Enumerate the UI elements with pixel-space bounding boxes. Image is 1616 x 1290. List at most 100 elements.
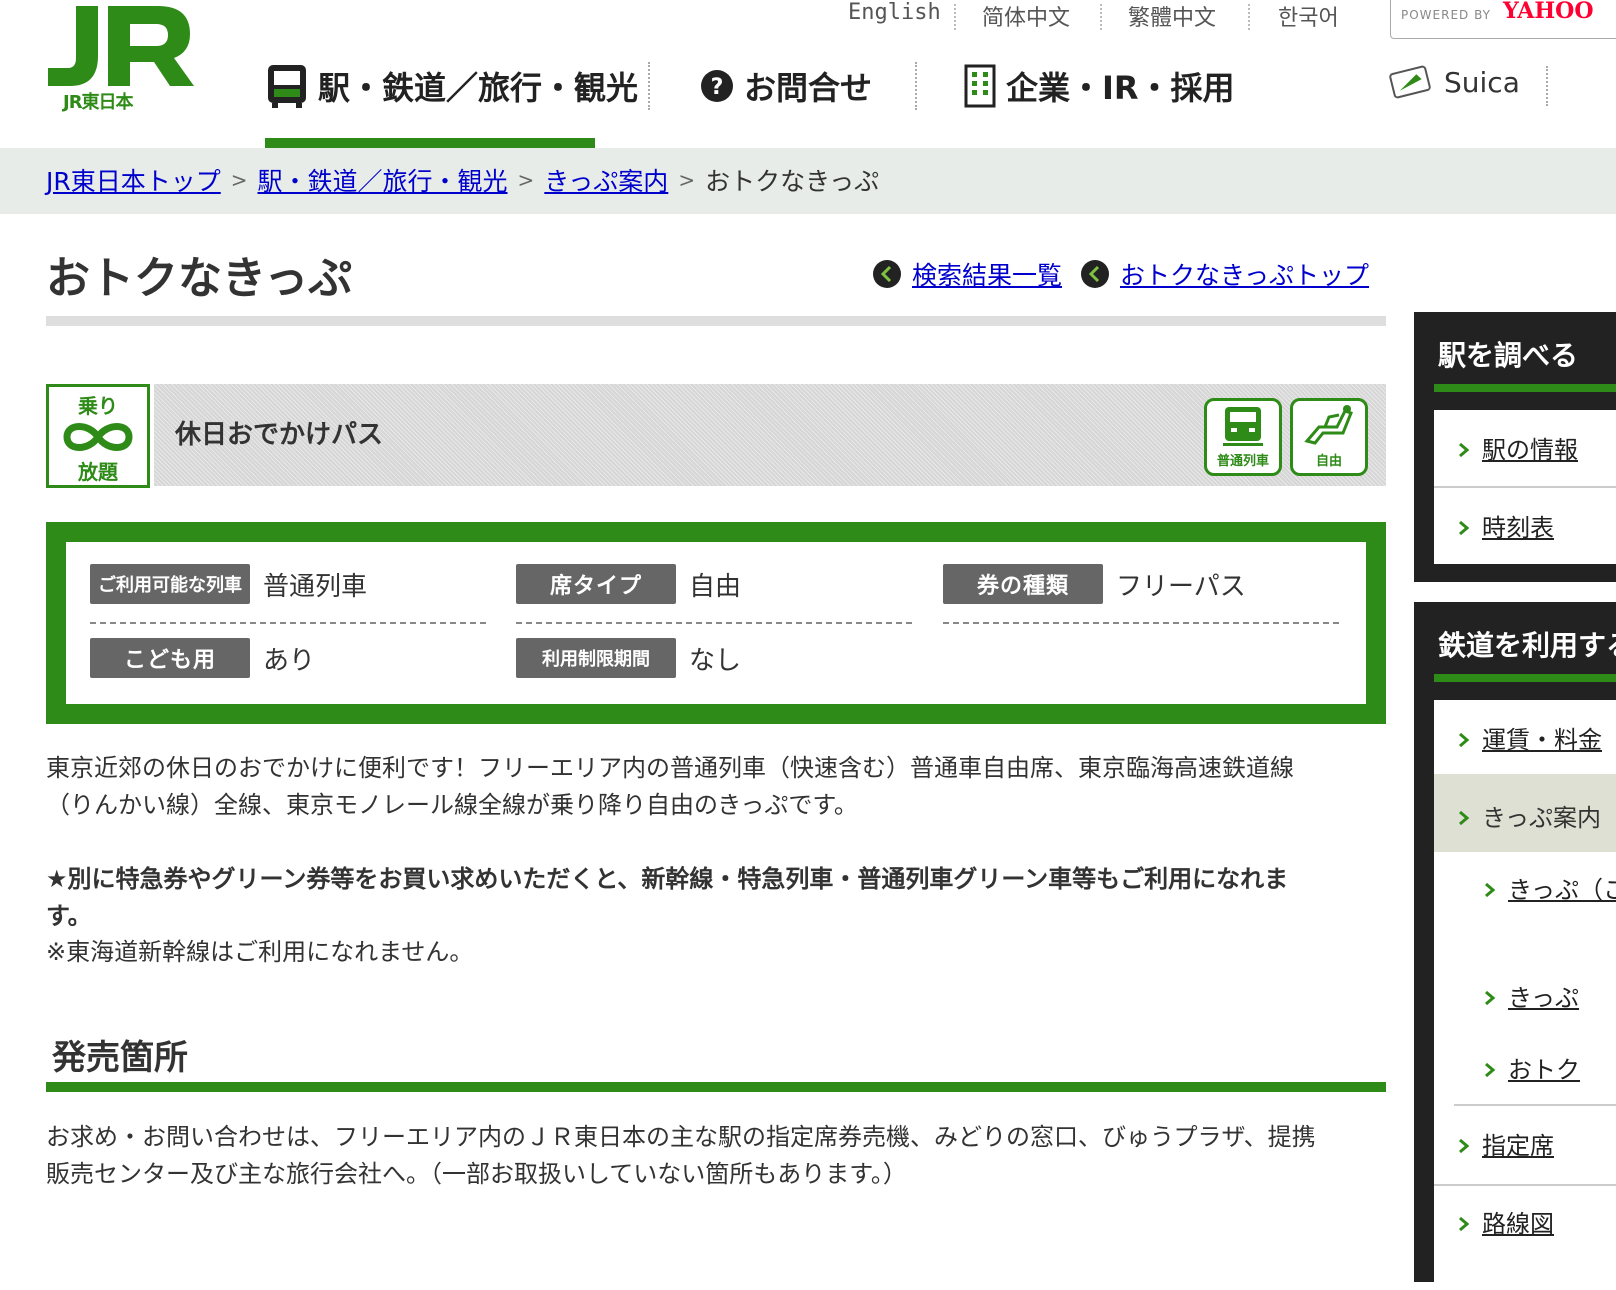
info-tag: 利用制限期間 bbox=[516, 638, 676, 678]
nav-label: 企業・IR・採用 bbox=[1006, 69, 1235, 107]
sidebar-title-rule bbox=[1434, 674, 1616, 682]
info-value: 普通列車 bbox=[263, 572, 368, 602]
info-tag: ご利用可能な列車 bbox=[90, 564, 250, 604]
nav-divider bbox=[1546, 66, 1548, 106]
lang-simplified-chinese-link[interactable]: 简体中文 bbox=[982, 0, 1070, 31]
ticket-note: ※東海道新幹線はご利用になれません。 bbox=[46, 938, 474, 966]
chevron-right-icon bbox=[1459, 810, 1470, 826]
chevron-right-icon bbox=[1459, 1138, 1470, 1154]
local-train-icon: 普通列車 bbox=[1204, 398, 1282, 476]
sidebar-item-timetable[interactable]: 時刻表 bbox=[1458, 508, 1616, 543]
sidebar-link[interactable]: 運賃・料金 bbox=[1482, 726, 1602, 754]
lang-korean-link[interactable]: 한국어 bbox=[1278, 0, 1339, 31]
yahoo-search-box[interactable]: POWERED BY YAHOO bbox=[1390, 0, 1616, 39]
sidebar-title: 鉄道を利用する bbox=[1438, 629, 1616, 662]
info-value: あり bbox=[263, 646, 316, 676]
ticket-description-line2: （りんかい線）全線、東京モノレール線全線が乗り降り自由のきっぷです。 bbox=[46, 791, 858, 819]
sidebar-divider bbox=[1434, 1184, 1616, 1186]
info-available-trains: ご利用可能な列車 普通列車 bbox=[90, 564, 486, 624]
sidebar-list: 運賃・料金 きっぷ案内 きっぷ（こと） きっぷ おトク 指定席 路線図 bbox=[1434, 700, 1616, 1290]
sidebar-item-station-info[interactable]: 駅の情報 bbox=[1458, 430, 1616, 465]
sidebar-station-box: 駅を調べる 駅の情報 時刻表 bbox=[1414, 312, 1616, 582]
search-results-link[interactable]: 検索結果一覧 bbox=[912, 256, 1062, 292]
chevron-right-icon bbox=[1485, 1062, 1496, 1078]
sidebar-divider bbox=[1454, 1104, 1616, 1106]
suica-card-icon bbox=[1389, 65, 1431, 99]
breadcrumb-separator: > bbox=[230, 168, 248, 192]
info-restriction-period: 利用制限期間 なし bbox=[516, 638, 912, 696]
nav-corporate[interactable]: 企業・IR・採用 bbox=[964, 56, 1235, 116]
breadcrumb: JR東日本トップ > 駅・鉄道／旅行・観光 > きっぷ案内 > おトクなきっぷ bbox=[0, 148, 1616, 214]
nav-divider bbox=[648, 62, 650, 110]
sidebar-link[interactable]: おトク bbox=[1508, 1056, 1580, 1084]
ticket-notice-line2: す。 bbox=[46, 902, 92, 930]
sidebar-link[interactable]: きっぷ bbox=[1508, 984, 1579, 1012]
sidebar-item-reserved-seats[interactable]: 指定席 bbox=[1458, 1126, 1616, 1161]
deals-top-link[interactable]: おトクなきっぷトップ bbox=[1120, 256, 1369, 292]
sales-description-line1: お求め・お問い合わせは、フリーエリア内のＪＲ東日本の主な駅の指定席券売機、みどり… bbox=[46, 1123, 1316, 1151]
chevron-right-icon bbox=[1459, 732, 1470, 748]
sidebar-link[interactable]: きっぷ（こと） bbox=[1508, 876, 1616, 904]
info-value: フリーパス bbox=[1116, 572, 1246, 602]
suica-link[interactable]: Suica bbox=[1388, 64, 1520, 100]
info-value: 自由 bbox=[689, 572, 742, 602]
breadcrumb-current: おトクなきっぷ bbox=[705, 167, 880, 196]
sidebar-title: 駅を調べる bbox=[1438, 339, 1579, 372]
breadcrumb-link-top[interactable]: JR東日本トップ bbox=[46, 162, 221, 198]
lang-english-link[interactable]: English bbox=[848, 0, 941, 30]
sidebar-subitem-1[interactable]: きっぷ（こと） bbox=[1484, 870, 1616, 905]
sidebar-subitem-3[interactable]: おトク bbox=[1484, 1050, 1616, 1085]
section-title-sales: 発売箇所 bbox=[52, 1038, 188, 1078]
sidebar-link[interactable]: 指定席 bbox=[1482, 1132, 1554, 1160]
info-tag: こども用 bbox=[90, 638, 250, 678]
sidebar-item-fares[interactable]: 運賃・料金 bbox=[1458, 720, 1616, 755]
nav-contact[interactable]: ? お問合せ bbox=[700, 56, 872, 116]
back-arrow-icon bbox=[1081, 260, 1110, 288]
lang-divider bbox=[954, 4, 956, 30]
chevron-right-icon bbox=[1485, 882, 1496, 898]
sidebar-item-route-map[interactable]: 路線図 bbox=[1458, 1204, 1616, 1239]
sidebar-item-ticket-guide[interactable]: きっぷ案内 bbox=[1458, 798, 1616, 833]
sidebar-subitem-2[interactable]: きっぷ bbox=[1484, 978, 1616, 1013]
chevron-right-icon bbox=[1485, 990, 1496, 1006]
sidebar-link[interactable]: 路線図 bbox=[1482, 1210, 1554, 1238]
ticket-name: 休日おでかけパス bbox=[175, 420, 384, 450]
logo-subtext: JR東日本 bbox=[63, 92, 134, 113]
title-divider bbox=[46, 316, 1386, 326]
info-seat-type: 席タイプ 自由 bbox=[516, 564, 912, 624]
lang-divider bbox=[1100, 4, 1102, 30]
nav-label: 駅・鉄道／旅行・観光 bbox=[318, 69, 639, 107]
chevron-right-icon bbox=[1459, 442, 1470, 458]
yahoo-logo: YAHOO bbox=[1503, 0, 1594, 24]
train-icon bbox=[268, 65, 306, 108]
powered-by-label: POWERED BY bbox=[1401, 8, 1492, 22]
breadcrumb-separator: > bbox=[517, 168, 535, 192]
info-ticket-kind: 券の種類 フリーパス bbox=[943, 564, 1339, 624]
info-value: なし bbox=[689, 646, 742, 676]
question-icon: ? bbox=[701, 70, 733, 102]
icon-label: 普通列車 bbox=[1216, 454, 1269, 469]
building-icon bbox=[964, 64, 996, 108]
unlimited-ride-badge: 乗り 放題 bbox=[46, 384, 150, 488]
breadcrumb-link-railway[interactable]: 駅・鉄道／旅行・観光 bbox=[258, 162, 508, 198]
sidebar-list: 駅の情報 時刻表 bbox=[1434, 410, 1616, 564]
sidebar-divider bbox=[1434, 486, 1616, 488]
ticket-info-inner: ご利用可能な列車 普通列車 席タイプ 自由 券の種類 フリーパス こども用 あり… bbox=[66, 542, 1366, 704]
sidebar-link-current[interactable]: きっぷ案内 bbox=[1482, 804, 1601, 832]
section-divider bbox=[46, 1082, 1386, 1092]
svg-text:?: ? bbox=[711, 75, 724, 100]
page-title: おトクなきっぷ bbox=[46, 253, 353, 304]
lang-traditional-chinese-link[interactable]: 繁體中文 bbox=[1128, 0, 1216, 31]
breadcrumb-link-tickets[interactable]: きっぷ案内 bbox=[544, 162, 668, 198]
sales-description-line2: 販売センター及び主な旅行会社へ。（一部お取扱いしていない箇所もあります。） bbox=[46, 1160, 907, 1188]
nav-station-railway[interactable]: 駅・鉄道／旅行・観光 bbox=[266, 56, 638, 116]
icon-label: 自由 bbox=[1315, 454, 1342, 469]
sidebar-link[interactable]: 駅の情報 bbox=[1482, 436, 1578, 464]
sidebar-link[interactable]: 時刻表 bbox=[1482, 514, 1554, 542]
chevron-right-icon bbox=[1459, 1216, 1470, 1232]
free-seat-icon: 自由 bbox=[1290, 398, 1368, 476]
info-child: こども用 あり bbox=[90, 638, 486, 696]
jr-logo-mark bbox=[48, 6, 194, 86]
nav-active-indicator bbox=[265, 138, 595, 148]
badge-text-bottom: 放題 bbox=[77, 460, 119, 484]
